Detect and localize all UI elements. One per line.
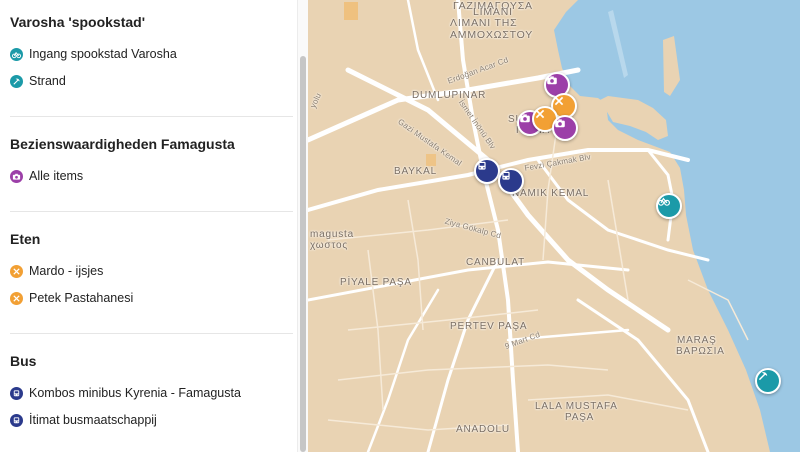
- marker-varosha-entrance[interactable]: [656, 193, 682, 219]
- item-label: Ingang spookstad Varosha: [29, 47, 177, 61]
- bus-icon: [10, 386, 23, 400]
- list-item-kombos[interactable]: Kombos minibus Kyrenia - Famagusta: [10, 384, 292, 402]
- section-sights: Bezienswaardigheden Famagusta Alle items: [10, 135, 292, 194]
- beach-icon: [10, 74, 23, 88]
- divider: [10, 211, 293, 212]
- sidebar: Varosha 'spookstad' Ingang spookstad Var…: [0, 0, 308, 452]
- section-title: Varosha 'spookstad': [10, 14, 146, 30]
- cutlery-icon: [10, 291, 23, 305]
- label-baykal: BAYKAL: [394, 166, 437, 177]
- label-lala-pasa: PAŞA: [565, 412, 595, 423]
- divider: [10, 116, 293, 117]
- label-varosia: ΒΑΡΩΣΙΑ: [676, 346, 725, 357]
- camera-icon: [547, 76, 557, 85]
- label-famagusta-greek: χωστος: [310, 240, 348, 251]
- landmark-block: [426, 154, 436, 166]
- divider: [10, 333, 293, 334]
- section-title: Bezienswaardigheden Famagusta: [10, 136, 235, 152]
- label-dumlupinar: DUMLUPINAR: [412, 90, 487, 101]
- list-item-strand[interactable]: Strand: [10, 72, 292, 90]
- marker-beach[interactable]: [755, 368, 781, 394]
- section-varosha: Varosha 'spookstad' Ingang spookstad Var…: [10, 13, 292, 99]
- section-title: Eten: [10, 231, 41, 247]
- bus-icon: [478, 161, 486, 170]
- label-namik-kemal: NAMIK KEMAL: [512, 188, 590, 199]
- marker-bus[interactable]: [498, 168, 524, 194]
- item-label: Alle items: [29, 169, 84, 183]
- list-item-petek[interactable]: Petek Pastahanesi: [10, 289, 292, 307]
- section-eten: Eten Mardo - ijsjes Petek Pastahanesi: [10, 230, 292, 316]
- label-canbulat: CANBULAT: [466, 257, 526, 268]
- camera-icon: [555, 119, 565, 128]
- label-pertev-pasa: PERTEV PAŞA: [450, 321, 528, 332]
- section-title: Bus: [10, 353, 37, 369]
- bus-icon: [10, 413, 23, 427]
- camera-icon: [10, 169, 23, 183]
- cutlery-icon: [535, 109, 545, 119]
- item-label: Kombos minibus Kyrenia - Famagusta: [29, 386, 241, 400]
- marker-sight[interactable]: [552, 115, 578, 141]
- bicycle-icon: [658, 197, 670, 206]
- scrollbar-thumb[interactable]: [300, 56, 306, 452]
- map-view[interactable]: ΓΑΖΙΜΑΓΟΥΣΑ LİMANI ΛΙΜΑΝΙ ΤΗΣ ΑΜΜΟΧΩΣΤΟΥ…: [308, 0, 800, 452]
- bus-icon: [502, 171, 510, 180]
- label-port-3: ΛΙΜΑΝΙ ΤΗΣ: [450, 17, 518, 29]
- list-item-varosha-entrance[interactable]: Ingang spookstad Varosha: [10, 45, 292, 63]
- landmark-block: [344, 2, 358, 20]
- item-label: Mardo - ijsjes: [29, 264, 104, 278]
- label-anadolu: ANADOLU: [456, 424, 510, 435]
- item-label: Strand: [29, 74, 66, 88]
- item-label: Petek Pastahanesi: [29, 291, 134, 305]
- section-bus: Bus Kombos minibus Kyrenia - Famagusta İ…: [10, 352, 292, 438]
- list-item-itimat[interactable]: İtimat busmaatschappij: [10, 411, 292, 429]
- cutlery-icon: [10, 264, 23, 278]
- label-maras: MARAŞ: [677, 335, 717, 346]
- label-lala-mustafa: LALA MUSTAFA: [535, 401, 618, 412]
- list-item-mardo[interactable]: Mardo - ijsjes: [10, 262, 292, 280]
- label-famagusta: magusta: [310, 229, 354, 240]
- bicycle-icon: [10, 47, 23, 61]
- camera-icon: [520, 114, 530, 123]
- marker-bus[interactable]: [474, 158, 500, 184]
- label-piyale-pasa: PİYALE PAŞA: [340, 277, 412, 288]
- map-canvas: [308, 0, 800, 452]
- label-port-4: ΑΜΜΟΧΩΣΤΟΥ: [450, 29, 534, 41]
- item-label: İtimat busmaatschappij: [29, 413, 157, 427]
- beach-icon: [758, 372, 768, 381]
- cutlery-icon: [554, 96, 564, 106]
- list-item-all-items[interactable]: Alle items: [10, 167, 292, 185]
